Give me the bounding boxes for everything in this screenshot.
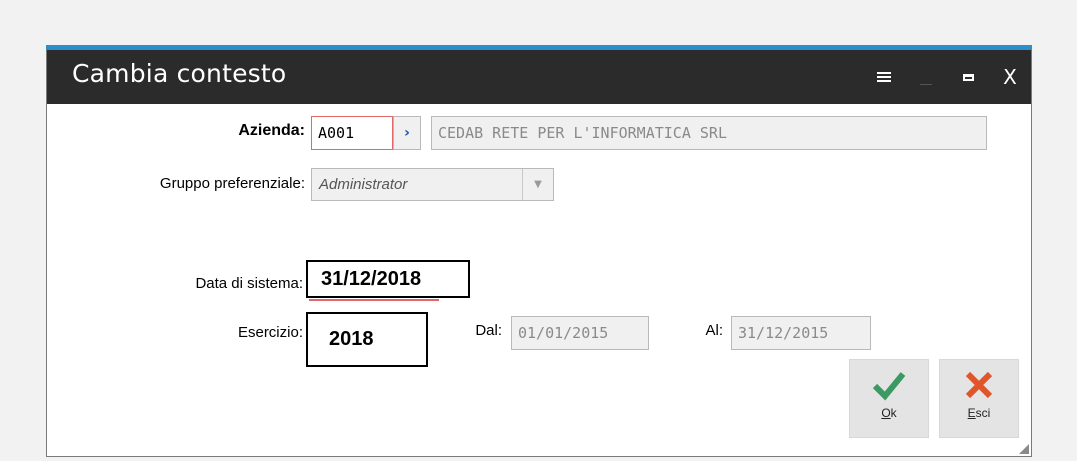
data-sistema-input[interactable]: 31/12/2018 [306, 260, 470, 298]
al-label: Al: [705, 322, 723, 339]
dal-label: Dal: [475, 322, 502, 339]
esercizio-input[interactable]: 2018 [306, 312, 428, 367]
gruppo-selected-value: Administrator [319, 176, 408, 193]
checkmark-icon [872, 372, 906, 401]
azienda-label: Azienda: [238, 122, 305, 139]
dal-date-field: 01/01/2015 [511, 316, 649, 350]
close-icon: X [1003, 65, 1017, 89]
window-menu-button[interactable] [867, 50, 901, 104]
data-sistema-required-marker [309, 299, 439, 301]
ok-label: Ok [881, 406, 897, 420]
azienda-code-input[interactable]: A001 [311, 116, 393, 150]
maximize-icon [962, 73, 974, 81]
maximize-button[interactable] [951, 50, 985, 104]
window-title: Cambia contesto [72, 59, 287, 88]
esercizio-label: Esercizio: [237, 324, 303, 341]
chevron-right-icon: › [404, 125, 410, 141]
azienda-description-field: CEDAB RETE PER L'INFORMATICA SRL [431, 116, 987, 150]
data-sistema-label: Data di sistema: [195, 275, 303, 292]
title-bar[interactable]: Cambia contesto X [47, 50, 1031, 104]
azienda-zoom-button[interactable]: › [393, 116, 421, 150]
change-context-dialog: Cambia contesto X Azienda: A001 › CEDAB … [46, 45, 1032, 457]
hamburger-menu-icon [877, 71, 891, 83]
al-date-field: 31/12/2015 [731, 316, 871, 350]
close-button[interactable]: X [993, 50, 1027, 104]
minimize-icon [920, 83, 932, 85]
exit-button[interactable]: Esci [939, 359, 1019, 438]
dropdown-arrow-icon[interactable]: ▼ [522, 169, 553, 200]
ok-button[interactable]: Ok [849, 359, 929, 438]
resize-grip[interactable] [1019, 444, 1029, 454]
exit-label: Esci [967, 406, 991, 420]
gruppo-select[interactable]: Administrator ▼ [311, 168, 554, 201]
cross-icon [965, 371, 993, 399]
minimize-button[interactable] [909, 50, 943, 104]
gruppo-label: Gruppo preferenziale: [159, 175, 305, 192]
screen: Cambia contesto X Azienda: A001 › CEDAB … [0, 0, 1077, 461]
